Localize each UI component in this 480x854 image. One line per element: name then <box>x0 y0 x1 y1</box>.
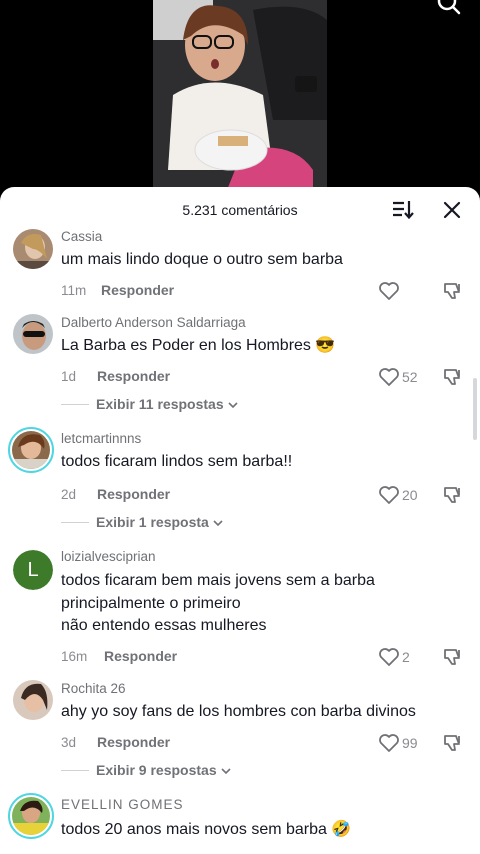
comment-time: 3d <box>61 735 77 750</box>
like-count: 2 <box>402 649 410 665</box>
avatar[interactable] <box>13 229 53 269</box>
view-replies-label: Exibir 1 resposta <box>96 514 209 530</box>
comment-username[interactable]: Dalberto Anderson Saldarriaga <box>61 315 246 330</box>
search-icon[interactable] <box>436 0 462 18</box>
view-replies-button[interactable]: Exibir 11 respostas <box>96 396 238 412</box>
view-replies-label: Exibir 11 respostas <box>96 396 224 412</box>
avatar[interactable] <box>8 427 54 473</box>
comment-username[interactable]: Cassia <box>61 229 102 244</box>
reply-button[interactable]: Responder <box>101 282 174 298</box>
like-heart-icon[interactable] <box>378 733 400 753</box>
comment-text: todos 20 anos mais novos sem barba 🤣 <box>61 821 352 838</box>
avatar-letter: L <box>13 550 53 590</box>
comment-username[interactable]: letcmartinnns <box>61 431 141 446</box>
avatar[interactable]: L <box>13 550 53 590</box>
comment-item: L loizialvesciprian todos ficaram bem ma… <box>0 549 480 679</box>
replies-divider <box>61 522 89 523</box>
avatar[interactable] <box>13 314 53 354</box>
comment-item: letcmartinnns todos ficaram lindos sem b… <box>0 427 480 531</box>
comment-time: 2d <box>61 487 77 502</box>
reply-button[interactable]: Responder <box>97 368 170 384</box>
like-heart-icon[interactable] <box>378 281 400 301</box>
view-replies-button[interactable]: Exibir 9 respostas <box>96 762 231 778</box>
like-count: 52 <box>402 369 418 385</box>
avatar[interactable] <box>13 680 53 720</box>
reply-button[interactable]: Responder <box>97 486 170 502</box>
avatar[interactable] <box>8 793 54 839</box>
comment-time: 11m <box>61 283 87 298</box>
dislike-icon[interactable] <box>443 733 463 753</box>
view-replies-label: Exibir 9 respostas <box>96 762 217 778</box>
comment-username[interactable]: Rochita 26 <box>61 681 126 696</box>
comment-text: não entendo essas mulheres <box>61 617 267 634</box>
video-player[interactable] <box>0 0 480 200</box>
view-replies-button[interactable]: Exibir 1 resposta <box>96 514 223 530</box>
comment-username-text: EVELLIN GOMES <box>61 797 184 812</box>
comment-time: 1d <box>61 369 77 384</box>
comment-text: La Barba es Poder en los Hombres 😎 <box>61 337 336 354</box>
chevron-down-icon <box>221 768 231 774</box>
comment-text: um mais lindo doque o outro sem barba <box>61 251 343 268</box>
dislike-icon[interactable] <box>443 281 463 301</box>
video-frame <box>153 0 327 200</box>
like-heart-icon[interactable] <box>378 647 400 667</box>
comment-item: EVELLIN GOMES todos 20 anos mais novos s… <box>0 793 480 854</box>
chevron-down-icon <box>213 520 223 526</box>
chevron-down-icon <box>228 402 238 408</box>
dislike-icon[interactable] <box>443 647 463 667</box>
comment-time: 16m <box>61 649 88 664</box>
sort-icon[interactable] <box>390 198 416 222</box>
reply-button[interactable]: Responder <box>97 734 170 750</box>
dislike-icon[interactable] <box>443 485 463 505</box>
close-icon[interactable] <box>440 198 464 222</box>
like-heart-icon[interactable] <box>378 367 400 387</box>
comments-sheet: 5.231 comentários Cassia um mais lindo d… <box>0 187 480 854</box>
comment-text: ahy yo soy fans de los hombres con barba… <box>61 703 416 720</box>
comment-text: principalmente o primeiro <box>61 595 241 612</box>
replies-divider <box>61 404 89 405</box>
reply-button[interactable]: Responder <box>104 648 177 664</box>
comment-item: Rochita 26 ahy yo soy fans de los hombre… <box>0 679 480 789</box>
comment-username[interactable]: EVELLIN GOMES <box>61 797 184 812</box>
like-heart-icon[interactable] <box>378 485 400 505</box>
like-count: 99 <box>402 735 418 751</box>
comment-text: todos ficaram lindos sem barba!! <box>61 453 293 470</box>
like-count: 20 <box>402 487 418 503</box>
replies-divider <box>61 770 89 771</box>
comment-item: Dalberto Anderson Saldarriaga La Barba e… <box>0 313 480 423</box>
comment-item: Cassia um mais lindo doque o outro sem b… <box>0 227 480 307</box>
comment-username[interactable]: loizialvesciprian <box>61 549 156 564</box>
dislike-icon[interactable] <box>443 367 463 387</box>
comment-text: todos ficaram bem mais jovens sem a barb… <box>61 572 375 589</box>
